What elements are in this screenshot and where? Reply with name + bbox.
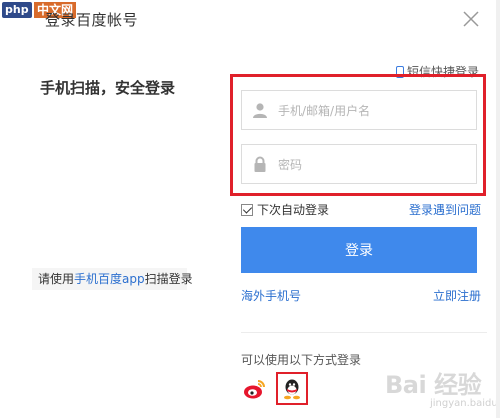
qr-hint-app-link[interactable]: 手机百度app — [74, 272, 145, 286]
watermark-sub: jingyan.baidu.com — [430, 398, 500, 409]
dialog-title: 登录百度帐号 — [45, 11, 139, 29]
login-button[interactable]: 登录 — [241, 227, 477, 273]
qq-login-button[interactable] — [276, 372, 308, 405]
login-dialog: php 中文网 登录百度帐号 手机扫描，安全登录 请使用手机百度app扫描登录 … — [0, 0, 500, 418]
watermark: Bai 经验 — [385, 371, 482, 399]
remember-label: 下次自动登录 — [257, 203, 330, 217]
user-icon — [253, 103, 267, 118]
window-edge — [496, 0, 500, 418]
close-icon[interactable] — [462, 10, 480, 28]
site-logo: php — [2, 2, 32, 18]
password-input[interactable] — [278, 155, 468, 175]
weibo-icon[interactable] — [243, 378, 267, 400]
username-input[interactable] — [278, 101, 468, 121]
overseas-phone-link[interactable]: 海外手机号 — [241, 287, 301, 304]
qr-login-title: 手机扫描，安全登录 — [40, 79, 176, 97]
username-field[interactable] — [241, 90, 477, 130]
qr-hint-suffix: 扫描登录 — [144, 272, 193, 286]
divider — [241, 332, 487, 333]
register-link[interactable]: 立即注册 — [433, 287, 481, 304]
qr-login-hint: 请使用手机百度app扫描登录 — [32, 268, 193, 290]
remember-checkbox[interactable] — [241, 204, 253, 216]
remember-me[interactable]: 下次自动登录 — [241, 201, 329, 218]
dialog-header: php 中文网 登录百度帐号 — [0, 0, 500, 40]
qq-icon — [284, 379, 300, 400]
lock-icon — [254, 156, 266, 172]
password-field[interactable] — [241, 144, 477, 184]
qr-hint-prefix: 请使用 — [38, 272, 75, 286]
login-problem-link[interactable]: 登录遇到问题 — [409, 201, 481, 218]
other-login-title: 可以使用以下方式登录 — [241, 353, 362, 367]
